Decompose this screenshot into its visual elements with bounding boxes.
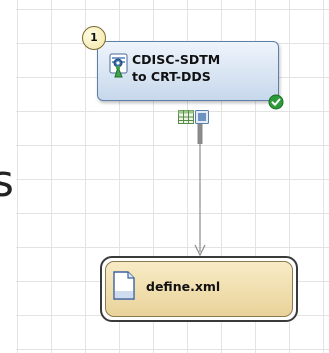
transform-node[interactable]: CDISC-SDTM to CRT-DDS [97, 41, 279, 101]
output-node-label: define.xml [146, 279, 221, 294]
dataset-transform-icon [107, 53, 131, 83]
connector-arrow [194, 124, 206, 257]
transform-title-line1: CDISC-SDTM [132, 52, 221, 67]
document-icon [112, 271, 136, 305]
step-number-badge: 1 [82, 26, 106, 50]
transform-title: CDISC-SDTM to CRT-DDS [132, 51, 272, 85]
output-node[interactable]: define.xml [100, 256, 298, 322]
left-cut-glyph: s [0, 156, 14, 207]
transform-title-line2: to CRT-DDS [132, 69, 211, 84]
check-circle-icon [268, 94, 284, 114]
